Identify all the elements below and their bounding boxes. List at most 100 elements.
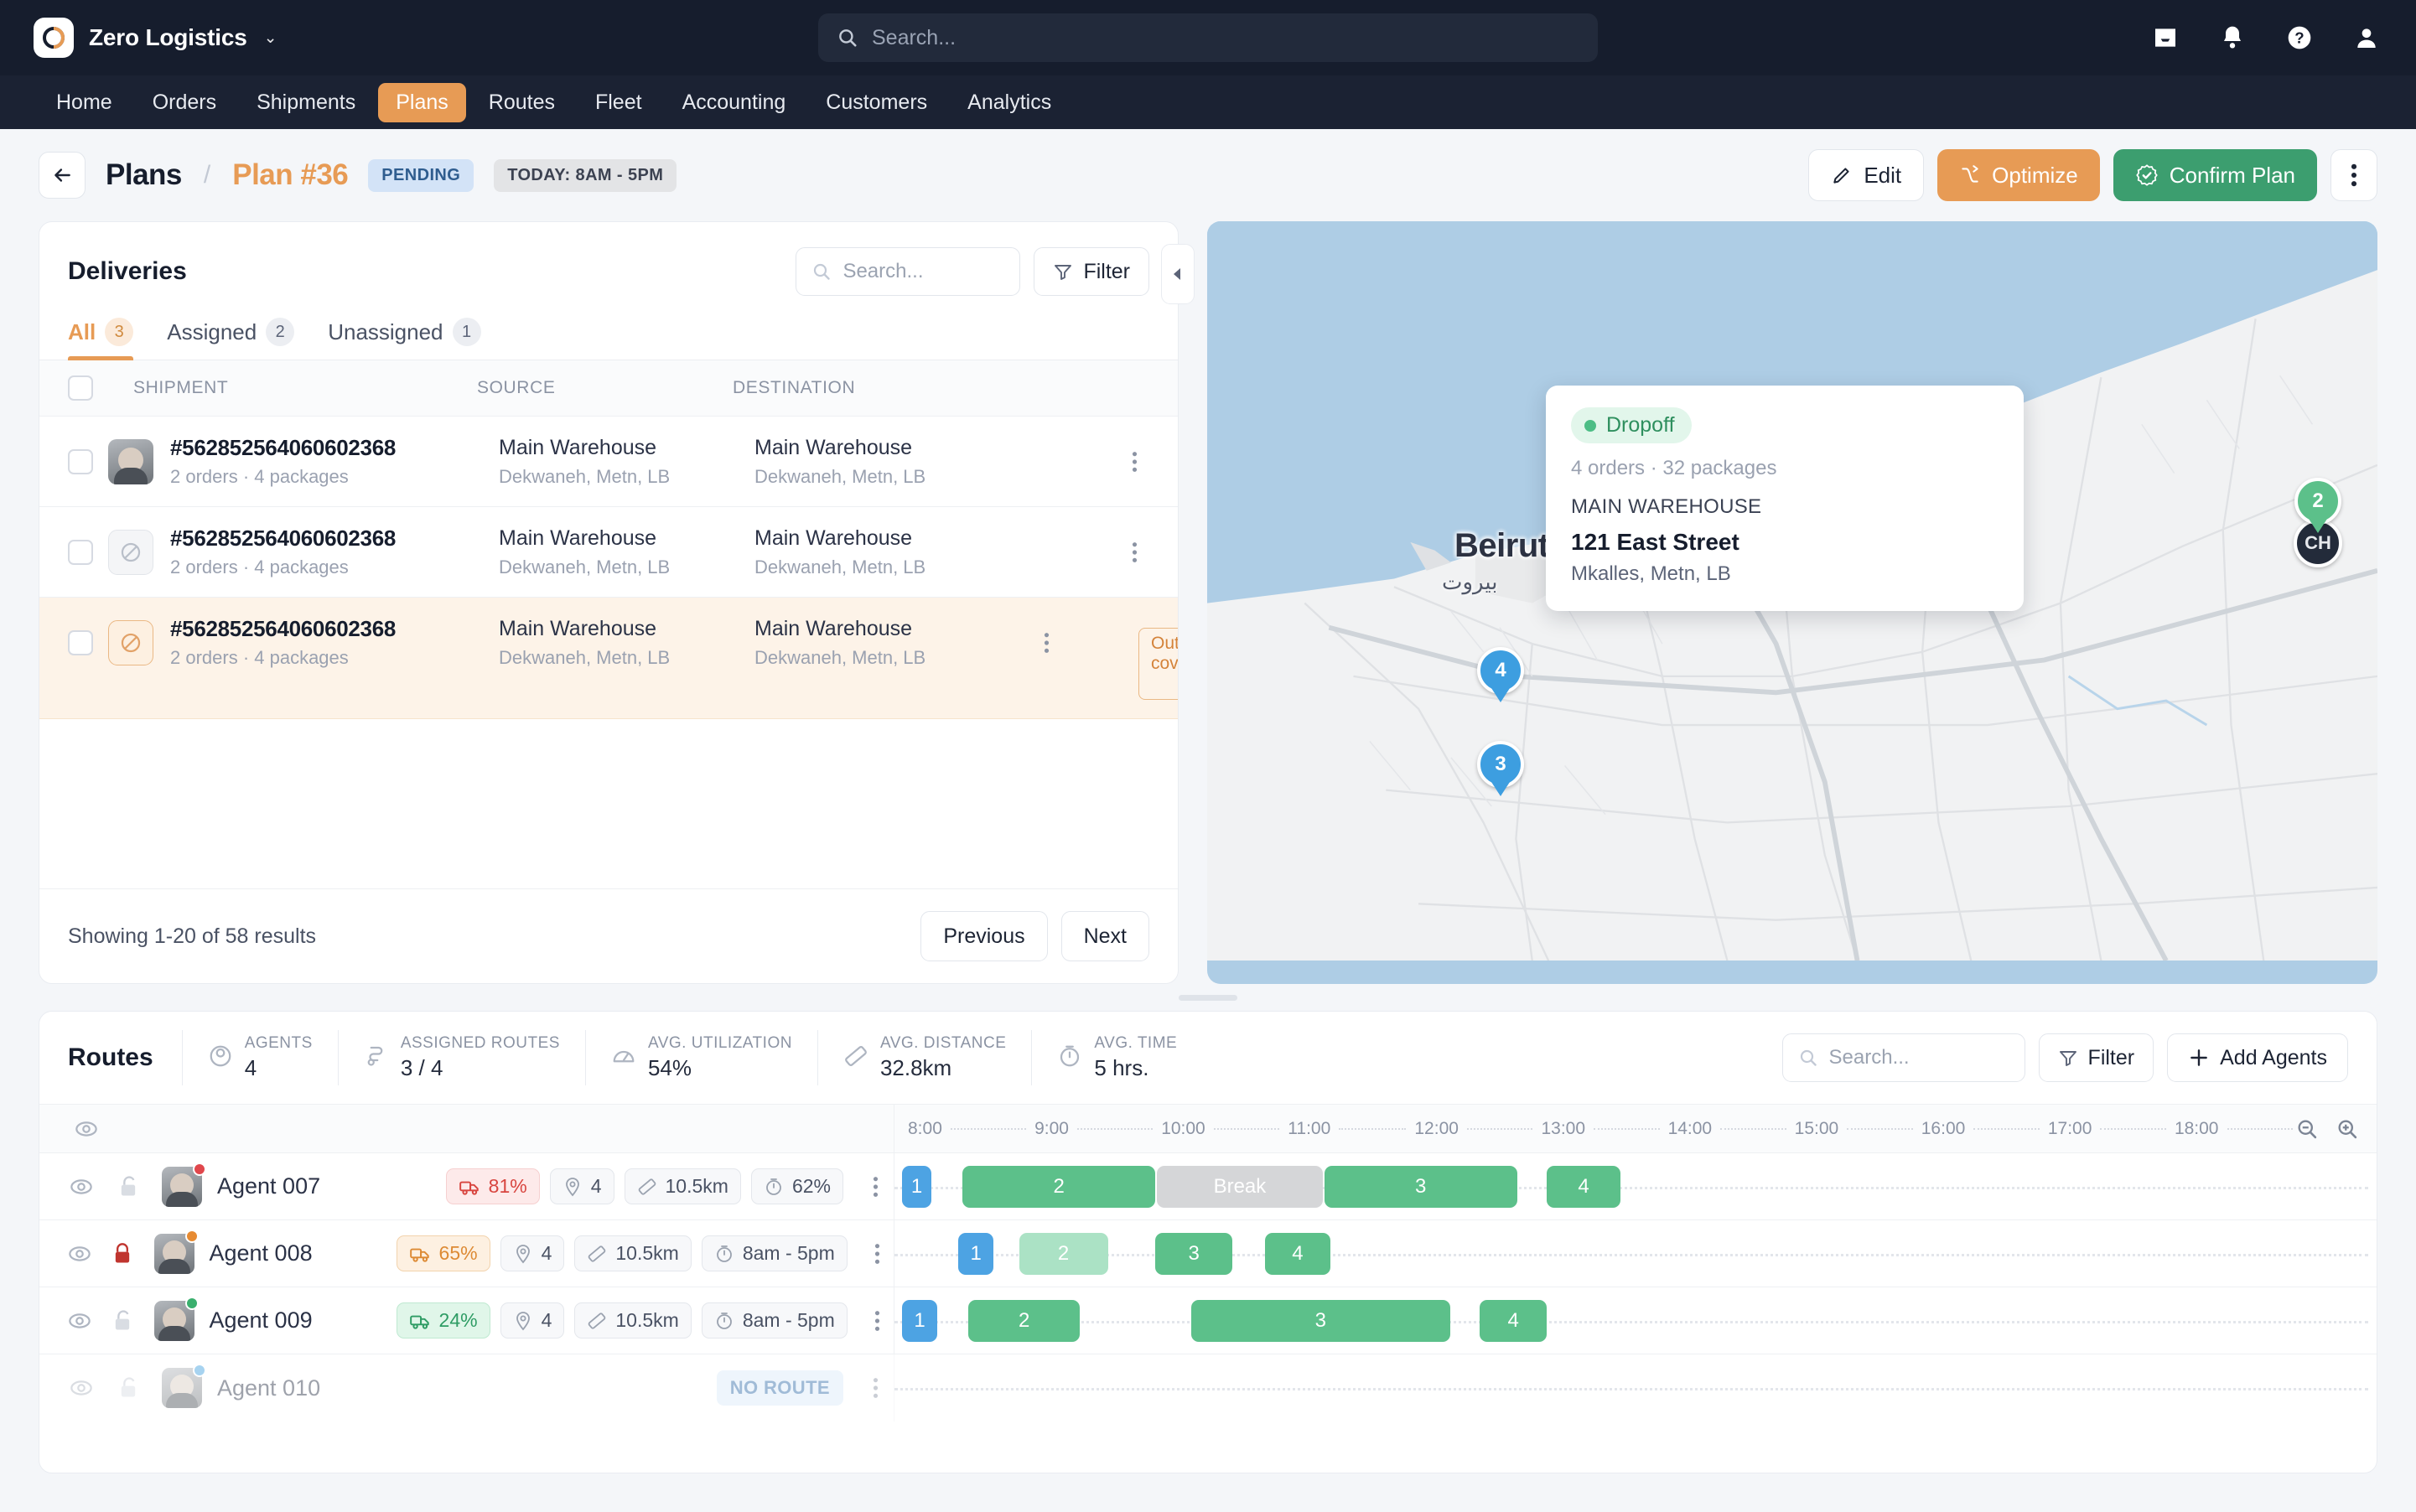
lock-route-icon[interactable] bbox=[106, 1242, 138, 1266]
map-marker-2[interactable]: 2 bbox=[2294, 478, 2341, 536]
toggle-visibility-icon[interactable] bbox=[63, 1376, 100, 1400]
avatar bbox=[154, 1234, 194, 1274]
more-options-button[interactable] bbox=[2330, 149, 2377, 201]
bell-icon[interactable] bbox=[2216, 22, 2248, 54]
routes-tools: Search... Filter Add Agents bbox=[1782, 1033, 2348, 1082]
previous-page-button[interactable]: Previous bbox=[920, 911, 1047, 961]
agent-more-options-icon[interactable] bbox=[861, 1310, 894, 1332]
lock-route-icon[interactable] bbox=[110, 1376, 147, 1400]
agent-timeline[interactable]: 12 34 bbox=[894, 1287, 2377, 1354]
nav-item-fleet[interactable]: Fleet bbox=[578, 83, 660, 122]
confirm-plan-button[interactable]: Confirm Plan bbox=[2113, 149, 2317, 201]
deliveries-search-input[interactable]: Search... bbox=[796, 247, 1020, 296]
warning-chip: Out of coverage bbox=[1138, 628, 1178, 700]
timeline-bar[interactable]: 4 bbox=[1480, 1300, 1547, 1342]
table-row[interactable]: #5628525640606023682 orders · 4 packages… bbox=[39, 507, 1178, 598]
timeline-bar[interactable]: 1 bbox=[958, 1233, 993, 1275]
timeline-bar[interactable]: 2 bbox=[968, 1300, 1080, 1342]
global-search-input[interactable]: Search... bbox=[818, 13, 1598, 62]
routes-search-input[interactable]: Search... bbox=[1782, 1033, 2025, 1082]
optimize-button[interactable]: Optimize bbox=[1937, 149, 2100, 201]
distance-badge: 10.5km bbox=[625, 1168, 741, 1204]
deliveries-tools: Search... Filter bbox=[796, 247, 1149, 296]
timeline-bar[interactable]: 3 bbox=[1155, 1233, 1232, 1275]
row-checkbox[interactable] bbox=[68, 630, 93, 655]
row-more-options-icon[interactable] bbox=[1119, 451, 1149, 473]
agent-timeline[interactable]: 12 34 bbox=[894, 1220, 2377, 1287]
table-row[interactable]: #5628525640606023682 orders · 4 packages… bbox=[39, 417, 1178, 507]
agent-row[interactable]: Agent 00781%410.5km62%12Break34 bbox=[39, 1153, 2377, 1220]
nav-item-analytics[interactable]: Analytics bbox=[950, 83, 1069, 122]
nav-item-routes[interactable]: Routes bbox=[471, 83, 573, 122]
zoom-out-icon[interactable] bbox=[2293, 1115, 2321, 1143]
stat-agents: AGENTS4 bbox=[182, 1030, 338, 1085]
map-marker-4[interactable]: 4 bbox=[1477, 647, 1524, 706]
inbox-icon[interactable] bbox=[2149, 22, 2181, 54]
gantt-header: 8:009:0010:0011:0012:0013:0014:0015:0016… bbox=[39, 1105, 2377, 1153]
nav-item-plans[interactable]: Plans bbox=[378, 83, 466, 122]
add-agents-button[interactable]: Add Agents bbox=[2167, 1033, 2348, 1082]
agent-timeline[interactable] bbox=[894, 1354, 2377, 1421]
row-more-options-icon[interactable] bbox=[1031, 632, 1061, 654]
back-button[interactable] bbox=[39, 152, 86, 199]
timeline-tick-label: 11:00 bbox=[1288, 1119, 1330, 1139]
map-panel[interactable]: Beirut بيروت 2 CH 4 3 Dropoff 4 bbox=[1207, 221, 2377, 984]
select-all-checkbox[interactable] bbox=[68, 375, 93, 401]
timeline-bar[interactable]: 4 bbox=[1265, 1233, 1330, 1275]
routes-gantt: 8:009:0010:0011:0012:0013:0014:0015:0016… bbox=[39, 1104, 2377, 1473]
edit-button[interactable]: Edit bbox=[1808, 149, 1924, 201]
timeline-baseline bbox=[894, 1388, 2368, 1390]
routes-filter-button[interactable]: Filter bbox=[2039, 1033, 2154, 1082]
agent-more-options-icon[interactable] bbox=[861, 1243, 894, 1265]
row-checkbox[interactable] bbox=[68, 449, 93, 474]
account-icon[interactable] bbox=[2351, 22, 2382, 54]
routes-filter-label: Filter bbox=[2088, 1046, 2135, 1070]
toggle-all-visibility-icon[interactable] bbox=[68, 1117, 105, 1141]
zoom-in-icon[interactable] bbox=[2333, 1115, 2362, 1143]
timeline-bar[interactable]: 2 bbox=[1019, 1233, 1108, 1275]
nav-item-customers[interactable]: Customers bbox=[808, 83, 945, 122]
tab-unassigned[interactable]: Unassigned1 bbox=[328, 318, 480, 360]
nav-item-home[interactable]: Home bbox=[39, 83, 130, 122]
panel-resize-handle[interactable] bbox=[1179, 995, 1237, 1001]
timeline-bar[interactable]: 2 bbox=[962, 1166, 1155, 1208]
timeline-bar[interactable]: 3 bbox=[1325, 1166, 1517, 1208]
tab-all[interactable]: All3 bbox=[68, 318, 133, 360]
next-page-button[interactable]: Next bbox=[1061, 911, 1149, 961]
agent-row[interactable]: Agent 00865%410.5km8am - 5pm1234 bbox=[39, 1220, 2377, 1287]
chevron-down-icon[interactable]: ⌄ bbox=[264, 28, 277, 48]
timeline-bar[interactable]: 1 bbox=[902, 1166, 931, 1208]
tick-divider bbox=[2227, 1128, 2294, 1130]
nav-item-orders[interactable]: Orders bbox=[135, 83, 234, 122]
help-icon[interactable]: ? bbox=[2284, 22, 2315, 54]
nav-item-accounting[interactable]: Accounting bbox=[665, 83, 804, 122]
timeline-bar[interactable]: Break bbox=[1157, 1166, 1323, 1208]
breadcrumb-root[interactable]: Plans bbox=[106, 158, 182, 192]
agent-timeline[interactable]: 12Break34 bbox=[894, 1153, 2377, 1219]
brand[interactable]: Zero Logistics ⌄ bbox=[34, 18, 277, 58]
tab-assigned[interactable]: Assigned2 bbox=[167, 318, 294, 360]
row-more-options-icon[interactable] bbox=[1119, 541, 1149, 563]
lock-route-icon[interactable] bbox=[110, 1175, 147, 1199]
agent-row[interactable]: Agent 010NO ROUTE bbox=[39, 1354, 2377, 1421]
agent-more-options-icon[interactable] bbox=[857, 1176, 894, 1198]
agent-row[interactable]: Agent 00924%410.5km8am - 5pm1234 bbox=[39, 1287, 2377, 1354]
table-row[interactable]: #5628525640606023682 orders · 4 packages… bbox=[39, 598, 1178, 719]
destination-name: Main Warehouse bbox=[754, 436, 1031, 460]
toggle-visibility-icon[interactable] bbox=[63, 1242, 96, 1266]
lock-route-icon[interactable] bbox=[106, 1309, 138, 1333]
utilization-value: 24% bbox=[439, 1309, 478, 1332]
toggle-visibility-icon[interactable] bbox=[63, 1309, 96, 1333]
collapse-panel-button[interactable] bbox=[1161, 244, 1195, 304]
agent-more-options-icon[interactable] bbox=[857, 1377, 894, 1399]
map-marker-3[interactable]: 3 bbox=[1477, 741, 1524, 800]
nav-item-shipments[interactable]: Shipments bbox=[239, 83, 373, 122]
timeline-tick: 10:00 bbox=[1161, 1119, 1288, 1139]
toggle-visibility-icon[interactable] bbox=[63, 1175, 100, 1199]
timeline-bar[interactable]: 4 bbox=[1547, 1166, 1620, 1208]
stat-value: 54% bbox=[648, 1055, 792, 1081]
timeline-bar[interactable]: 1 bbox=[902, 1300, 937, 1342]
row-checkbox[interactable] bbox=[68, 540, 93, 565]
deliveries-filter-button[interactable]: Filter bbox=[1034, 247, 1149, 296]
timeline-bar[interactable]: 3 bbox=[1191, 1300, 1450, 1342]
